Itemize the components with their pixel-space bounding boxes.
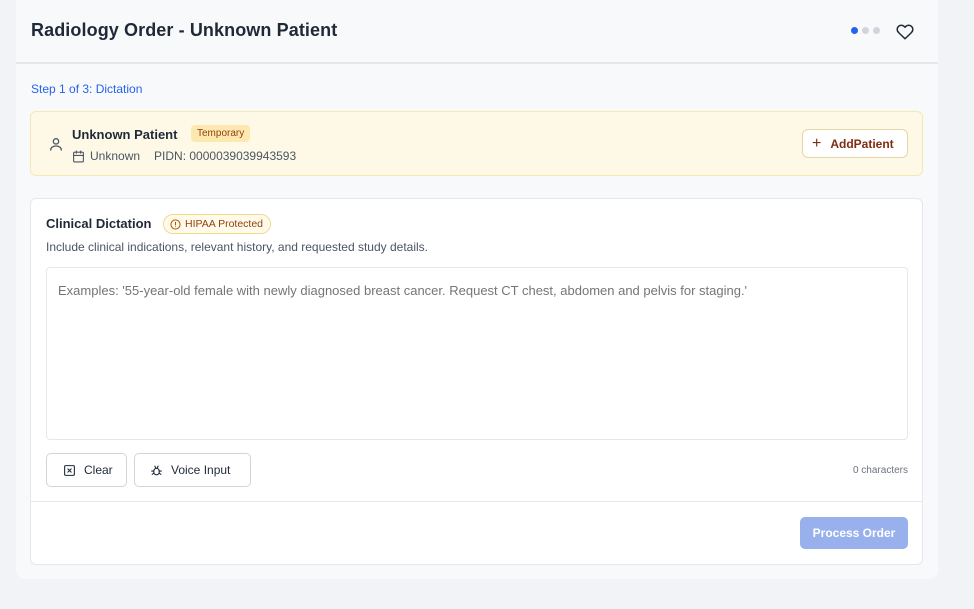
hipaa-badge: HIPAA Protected: [163, 214, 272, 234]
heart-icon[interactable]: [896, 23, 914, 41]
patient-dob: Unknown: [90, 149, 141, 163]
x-square-icon: [64, 464, 75, 476]
step-indicator: [851, 27, 880, 34]
clear-label: Clear: [84, 463, 113, 477]
voice-input-button[interactable]: Voice Input: [134, 453, 251, 487]
patient-name: Unknown Patient: [72, 127, 178, 142]
voice-input-label: Voice Input: [171, 463, 231, 477]
step-dot-2: [862, 27, 869, 34]
character-count: 0 characters: [852, 465, 908, 476]
patient-meta: Unknown PIDN: 0000039039943593: [72, 149, 296, 163]
step-label: Step 1 of 3: Dictation: [31, 82, 143, 96]
bug-icon: [151, 465, 162, 475]
page-title: Radiology Order - Unknown Patient: [31, 20, 338, 40]
hipaa-label: HIPAA Protected: [185, 218, 264, 230]
calendar-icon: [73, 150, 84, 162]
user-icon: [50, 138, 62, 151]
order-card: Radiology Order - Unknown Patient Step 1…: [16, 0, 938, 579]
temporary-badge: Temporary: [191, 125, 251, 142]
dictation-panel: Clinical Dictation HIPAA Protected Inclu…: [30, 198, 923, 565]
add-patient-button[interactable]: + AddPatient: [802, 129, 908, 158]
alert-circle-icon: [170, 218, 181, 230]
step-dot-1: [851, 27, 858, 34]
patient-banner: Unknown Patient Temporary Unknown PIDN: …: [30, 111, 923, 176]
plus-icon: +: [812, 134, 822, 152]
card-header: Radiology Order - Unknown Patient: [16, 0, 938, 64]
process-order-button[interactable]: Process Order: [800, 517, 908, 549]
clear-button[interactable]: Clear: [46, 453, 127, 487]
dictation-textarea[interactable]: [46, 267, 908, 440]
patient-pidn: PIDN: 0000039039943593: [154, 149, 297, 163]
dictation-subtitle: Include clinical indications, relevant h…: [46, 240, 428, 254]
dictation-title: Clinical Dictation: [46, 216, 152, 231]
step-dot-3: [873, 27, 880, 34]
divider: [31, 501, 922, 502]
add-patient-label: AddPatient: [830, 136, 894, 151]
